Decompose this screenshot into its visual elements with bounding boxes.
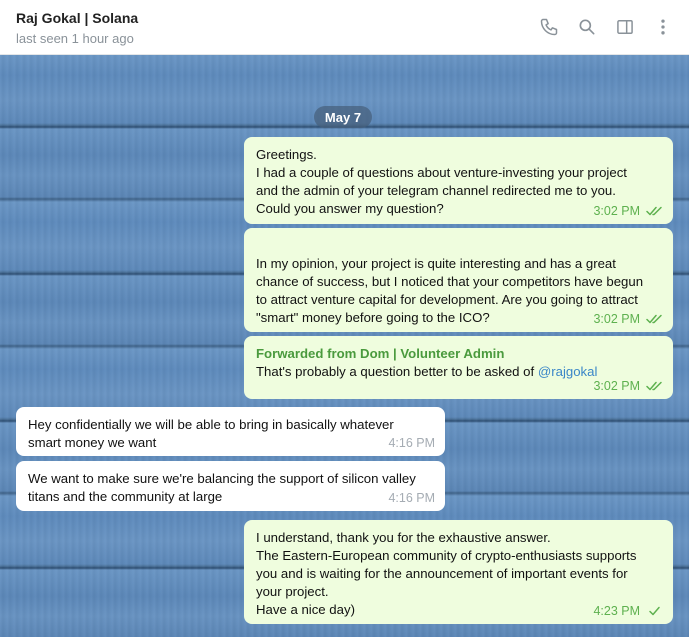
forwarded-from-label[interactable]: Forwarded from Dom | Volunteer Admin [256,345,661,363]
message-text-body: That's probably a question better to be … [256,364,538,379]
message-meta: 4:23 PM [593,602,663,620]
contact-last-seen: last seen 1 hour ago [16,31,134,46]
message-outgoing[interactable]: I understand, thank you for the exhausti… [244,520,673,624]
message-forwarded[interactable]: Forwarded from Dom | Volunteer Admin Tha… [244,336,673,399]
message-outgoing[interactable]: In my opinion, your project is quite int… [244,228,673,332]
more-vert-icon[interactable] [651,15,675,39]
message-incoming[interactable]: Hey confidentially we will be able to br… [16,407,445,456]
double-check-icon [646,381,662,391]
message-meta: 3:02 PM [593,310,663,328]
chat-header: Raj Gokal | Solana last seen 1 hour ago [0,0,689,55]
message-meta: 3:02 PM [593,377,663,395]
mention-link[interactable]: @rajgokal [538,364,598,379]
message-time: 4:16 PM [388,491,435,505]
sidebar-toggle-icon[interactable] [613,15,637,39]
date-badge: May 7 [314,106,372,128]
check-icon [649,606,660,616]
message-area[interactable]: May 7 Greetings. I had a couple of quest… [0,55,689,637]
message-outgoing[interactable]: Greetings. I had a couple of questions a… [244,137,673,224]
message-incoming[interactable]: We want to make sure we're balancing the… [16,461,445,511]
double-check-icon [646,206,662,216]
message-time: 4:23 PM [593,604,640,618]
message-meta: 3:02 PM [593,202,663,220]
message-time: 4:16 PM [388,436,435,450]
search-icon[interactable] [575,15,599,39]
message-time: 3:02 PM [593,312,640,326]
message-time: 3:02 PM [593,204,640,218]
double-check-icon [646,314,662,324]
message-text: We want to make sure we're balancing the… [28,471,416,504]
message-time: 3:02 PM [593,379,640,393]
message-meta: 4:16 PM [388,434,435,452]
contact-name[interactable]: Raj Gokal | Solana [16,10,138,26]
message-text: Hey confidentially we will be able to br… [28,417,394,450]
phone-icon[interactable] [537,15,561,39]
header-actions [537,15,675,39]
message-meta: 4:16 PM [388,489,435,507]
